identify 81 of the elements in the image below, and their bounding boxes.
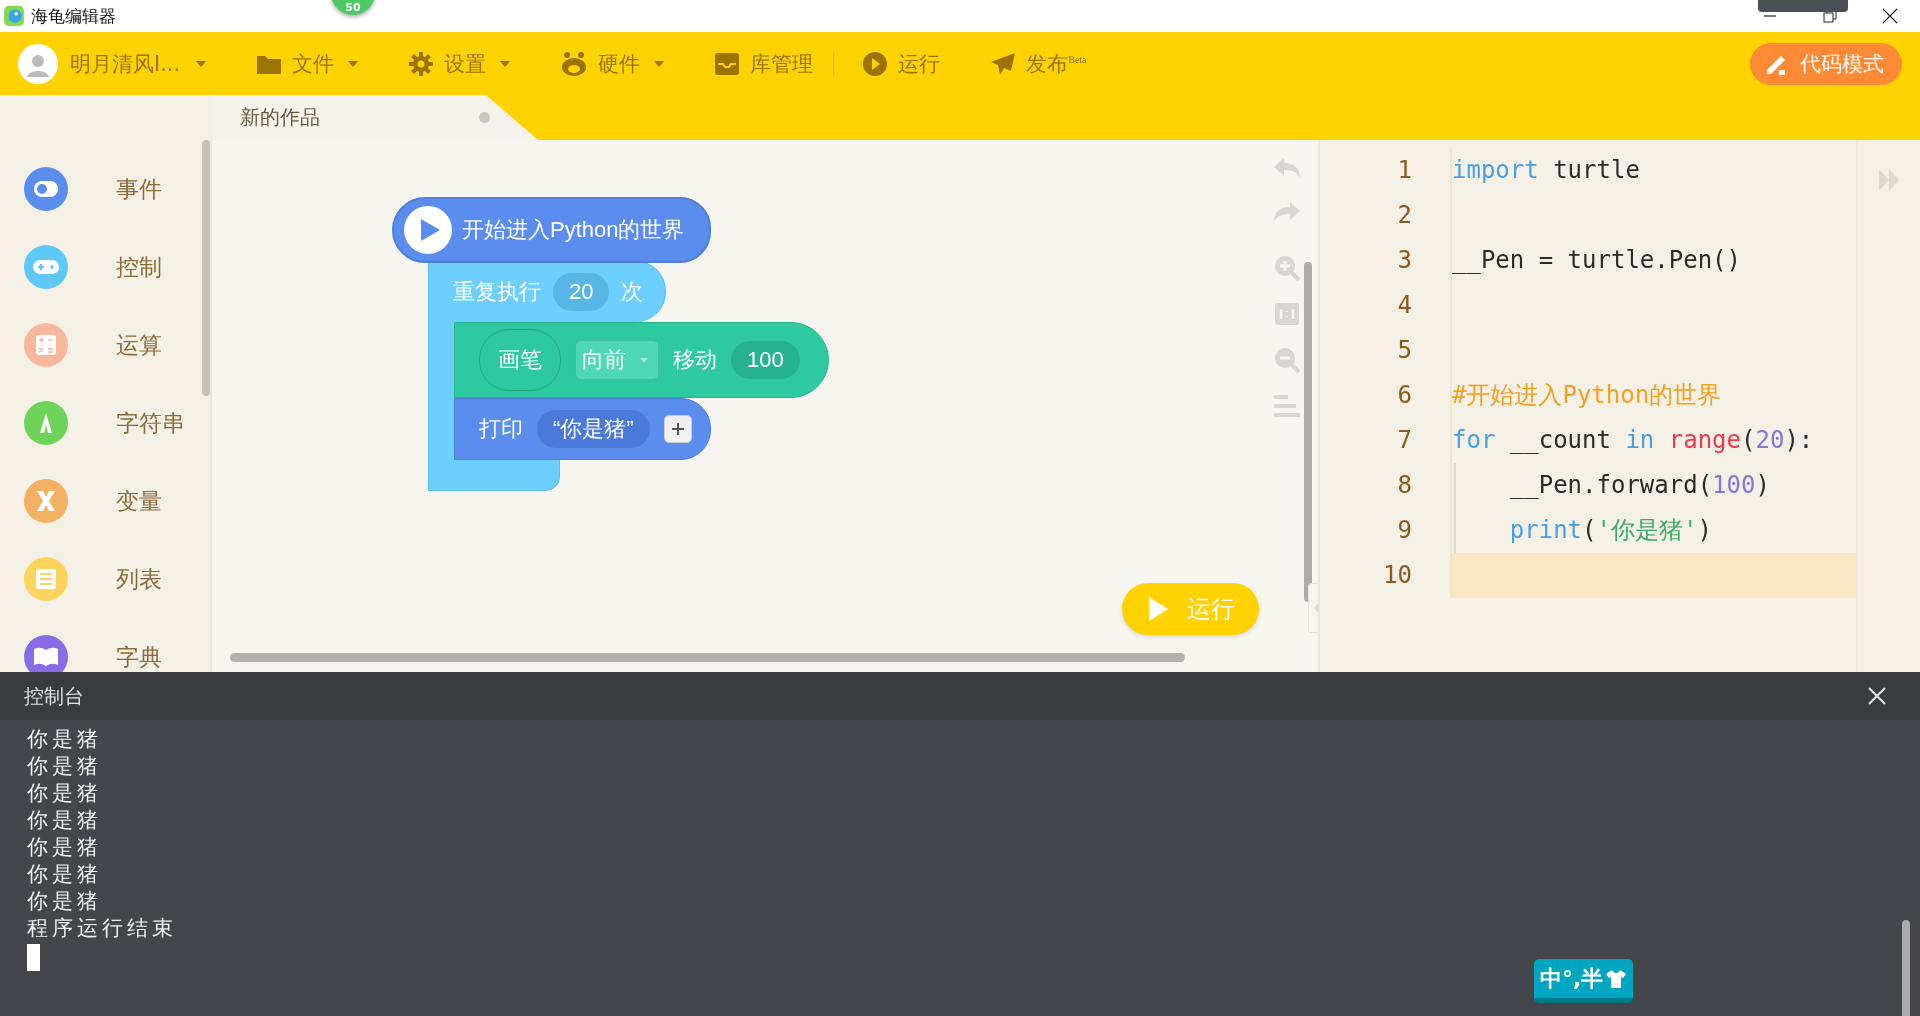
- line-number: 1: [1396, 155, 1413, 186]
- play-icon: [1146, 596, 1169, 622]
- play-icon: [404, 206, 452, 254]
- text-cursor: [27, 944, 40, 971]
- minimize-icon: [1763, 15, 1777, 17]
- category-item[interactable]: 控制: [24, 245, 162, 289]
- line-number: 6: [1396, 380, 1413, 411]
- menu-item[interactable]: 文件: [256, 49, 359, 78]
- menu-item[interactable]: 设置: [408, 49, 511, 78]
- file-tab[interactable]: 新的作品: [212, 95, 538, 140]
- collapse-icon[interactable]: [1878, 168, 1900, 192]
- scrollbar[interactable]: [1304, 262, 1312, 602]
- line-number: 7: [1396, 425, 1413, 456]
- code-line: import turtle: [1450, 148, 1856, 193]
- align-icon[interactable]: [1273, 394, 1301, 418]
- scrollbar[interactable]: [230, 653, 1185, 662]
- console-output-line: 你是猪: [27, 861, 102, 888]
- category-item[interactable]: 列表: [24, 557, 162, 601]
- window-title: 海龟编辑器: [31, 4, 116, 28]
- code-mode-button[interactable]: 代码模式: [1750, 42, 1902, 85]
- console-output-line: 程序运行结束: [27, 915, 177, 942]
- close-button[interactable]: [1866, 685, 1888, 707]
- category-item[interactable]: 变量: [24, 479, 162, 523]
- category-item[interactable]: 事件: [24, 167, 162, 211]
- code-line: for __count in range(20):: [1450, 418, 1856, 463]
- console-output-line: 你是猪: [27, 780, 102, 807]
- text-input[interactable]: “你是猪”: [537, 410, 650, 448]
- line-number: 4: [1396, 290, 1413, 321]
- print-block[interactable]: 打印 “你是猪”: [454, 398, 711, 460]
- scrollbar[interactable]: [1902, 920, 1910, 1016]
- move-block[interactable]: 画笔 向前 移动 100: [454, 322, 829, 398]
- app-logo-icon: [3, 5, 25, 27]
- settings-icon: [408, 50, 435, 77]
- reset-zoom-icon[interactable]: [1274, 302, 1300, 326]
- robot-icon: [560, 50, 589, 77]
- repeat-block[interactable]: 重复执行 20 次: [428, 261, 667, 322]
- code-line: #开始进入Python的世界: [1450, 373, 1856, 418]
- caret-icon: [640, 357, 648, 363]
- code-line: __Pen = turtle.Pen(): [1450, 238, 1856, 283]
- shirt-icon: [1605, 968, 1628, 989]
- close-icon: [1882, 8, 1898, 24]
- avatar-icon: [18, 43, 58, 84]
- code-line: __Pen.forward(100): [1450, 463, 1856, 508]
- count-input[interactable]: 20: [553, 273, 610, 311]
- start-block[interactable]: 开始进入Python的世界: [392, 197, 711, 263]
- line-number: 2: [1396, 200, 1413, 231]
- send-icon: [990, 51, 1017, 76]
- distance-input[interactable]: 100: [731, 341, 800, 379]
- play-icon: [862, 50, 889, 77]
- line-number: 9: [1396, 515, 1413, 546]
- console-output-line: 你是猪: [27, 726, 102, 753]
- line-number: 10: [1382, 560, 1413, 591]
- caret-icon: [196, 60, 207, 67]
- menu-item[interactable]: 发布$^{Beta}$: [990, 49, 1087, 78]
- console-output-line: 你是猪: [27, 834, 102, 861]
- input-method-badge: 中°,半: [1534, 959, 1634, 1003]
- line-number: 3: [1396, 245, 1413, 276]
- pen-slot[interactable]: 画笔: [479, 329, 561, 391]
- redo-icon[interactable]: [1272, 200, 1302, 224]
- menu-item[interactable]: 硬件: [560, 49, 665, 78]
- scrollbar[interactable]: [202, 140, 210, 396]
- user-menu[interactable]: 明月清风I...: [18, 43, 207, 84]
- add-icon[interactable]: [663, 415, 692, 443]
- console-output-line: 你是猪: [27, 753, 102, 780]
- category-item[interactable]: 运算: [24, 323, 162, 367]
- close-icon: [1867, 686, 1887, 706]
- menu-item[interactable]: 库管理: [714, 49, 814, 78]
- level-badge: 50: [331, 0, 375, 15]
- inbox-icon: [714, 51, 741, 76]
- line-number: 5: [1396, 335, 1413, 366]
- menu-item[interactable]: 运行: [862, 49, 941, 78]
- category-item[interactable]: 字符串: [24, 401, 185, 445]
- console-title: 控制台: [24, 682, 84, 710]
- undo-icon[interactable]: [1272, 156, 1302, 180]
- direction-dropdown[interactable]: 向前: [575, 340, 659, 380]
- zoom-out-icon[interactable]: [1273, 346, 1301, 374]
- line-number: 8: [1396, 470, 1413, 501]
- console-output-line: 你是猪: [27, 807, 102, 834]
- restore-icon: [1823, 9, 1837, 23]
- console-output-line: 你是猪: [27, 888, 102, 915]
- zoom-in-icon[interactable]: [1273, 254, 1301, 282]
